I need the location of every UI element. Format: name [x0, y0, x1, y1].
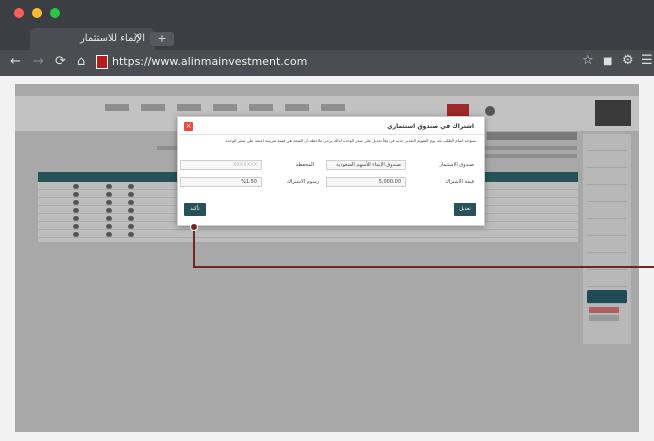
forward-icon[interactable]: →: [33, 54, 44, 70]
fund-label: صندوق الاستثمار: [439, 162, 474, 168]
home-icon[interactable]: ⌂: [77, 54, 85, 70]
address-bar[interactable]: https://www.alinmainvestment.com: [112, 55, 307, 68]
site-favicon-icon: [96, 55, 108, 69]
portfolio-label: المحفظة: [295, 162, 314, 168]
subscription-modal: اشتراك في صندوق استثماري × سيؤخذ اتمام ا…: [177, 116, 485, 226]
sidebar-item[interactable]: [587, 137, 627, 151]
close-window-dot[interactable]: [14, 8, 24, 18]
maximize-window-dot[interactable]: [50, 8, 60, 18]
bookmark-icon[interactable]: ■: [603, 56, 612, 67]
amount-input[interactable]: 5,000.00: [326, 177, 406, 187]
pointer-dot: [190, 223, 198, 231]
portfolio-field[interactable]: XXXXXXX: [180, 160, 262, 170]
reload-icon[interactable]: ⟳: [55, 54, 66, 70]
content-title: [487, 132, 577, 140]
user-icon[interactable]: [485, 106, 495, 116]
star-icon[interactable]: ☆: [582, 53, 594, 68]
sidebar: [583, 134, 631, 344]
new-tab-button[interactable]: +: [150, 32, 174, 46]
sidebar-item[interactable]: [587, 205, 627, 219]
close-icon[interactable]: ×: [184, 122, 193, 131]
fee-label: رسوم الاشتراك: [286, 179, 319, 185]
sidebar-item[interactable]: [587, 154, 627, 168]
edit-button[interactable]: تعديل: [454, 203, 476, 216]
amount-label: قيمة الاشتراك: [444, 179, 474, 185]
warning-text: سيؤخذ اتمام الطلب بعد يوم التقويم التقدي…: [225, 138, 476, 143]
modal-divider: [178, 134, 484, 135]
sidebar-item[interactable]: [587, 222, 627, 236]
pointer-line: [193, 229, 195, 268]
sidebar-item[interactable]: [587, 239, 627, 253]
sidebar-item[interactable]: [587, 171, 627, 185]
fund-field[interactable]: صندوق الإنماء للأسهم السعودية: [326, 160, 406, 170]
back-icon[interactable]: ←: [10, 54, 21, 70]
confirm-button[interactable]: تأكيد: [184, 203, 206, 216]
sidebar-subitem[interactable]: [589, 315, 619, 321]
table-row[interactable]: [38, 230, 578, 238]
header-stats: [105, 104, 345, 111]
settings-icon[interactable]: ⚙: [622, 53, 634, 68]
logo: [595, 100, 631, 126]
sidebar-item-active[interactable]: [587, 290, 627, 304]
pointer-line: [193, 266, 654, 268]
sidebar-subitem[interactable]: [589, 307, 619, 313]
sidebar-item[interactable]: [587, 188, 627, 202]
menu-icon[interactable]: ☰: [641, 53, 653, 68]
modal-title: اشتراك في صندوق استثماري: [387, 123, 474, 130]
sidebar-item[interactable]: [587, 273, 627, 287]
fee-field: %1.50: [180, 177, 262, 187]
minimize-window-dot[interactable]: [32, 8, 42, 18]
tab-close-icon[interactable]: ×: [133, 31, 141, 42]
